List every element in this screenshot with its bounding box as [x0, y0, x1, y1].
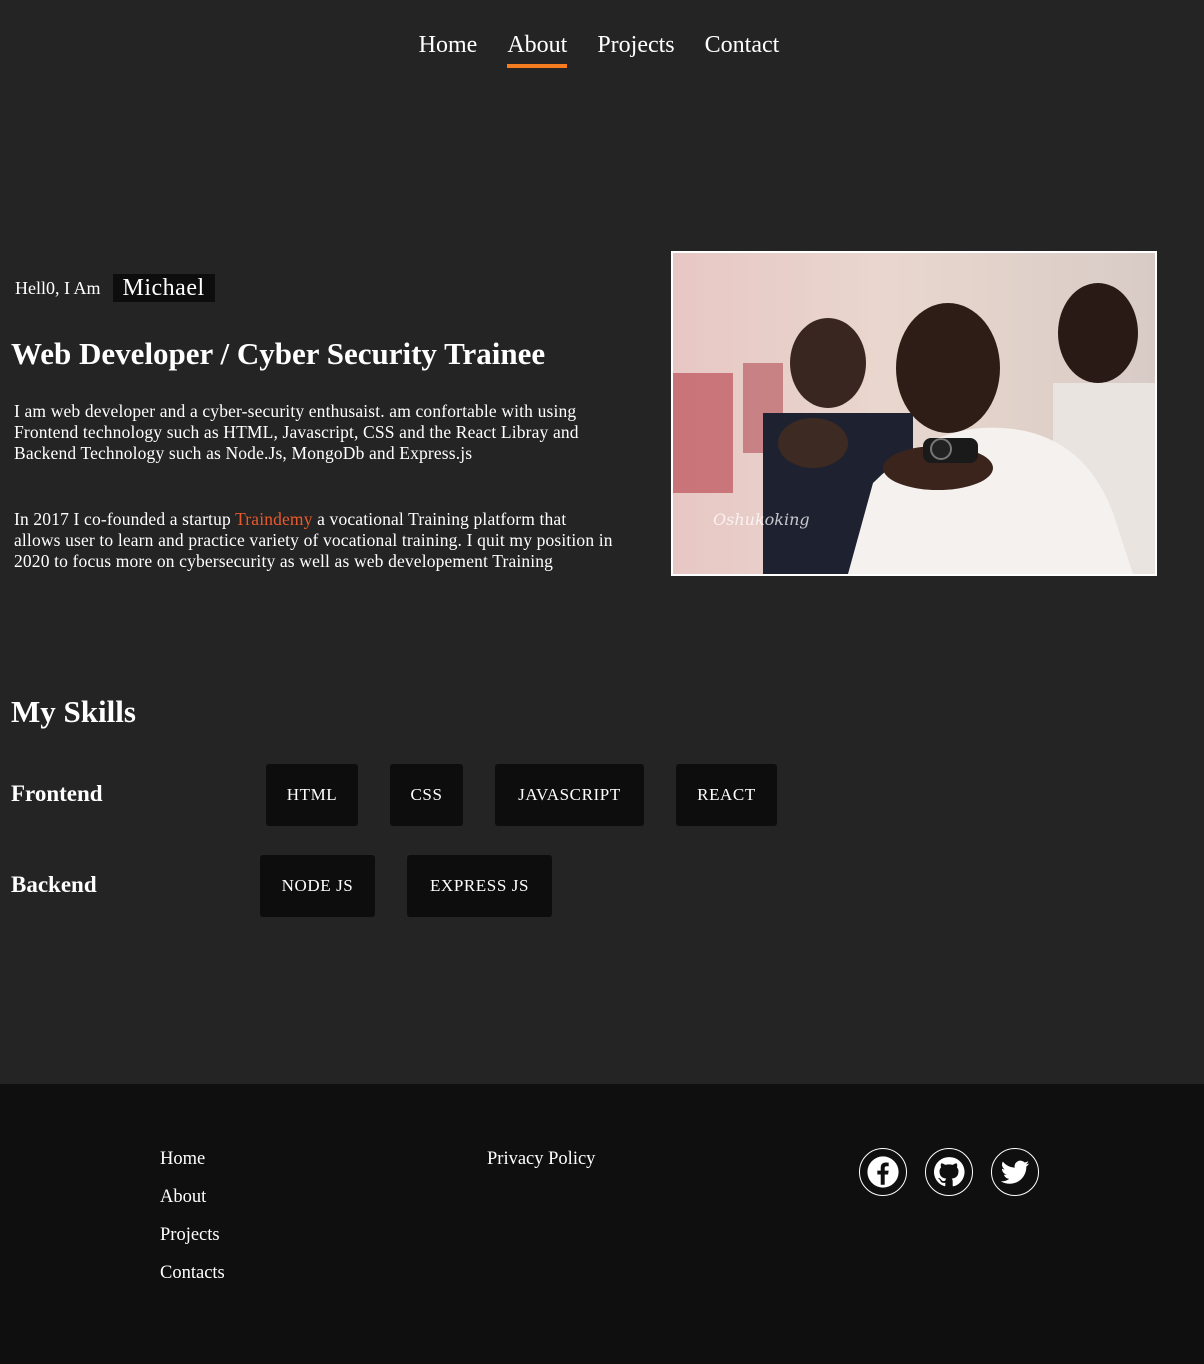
facebook-icon[interactable] [859, 1148, 907, 1196]
nav-home[interactable]: Home [419, 30, 478, 68]
skill-chip-css: CSS [390, 764, 463, 826]
social-links [859, 1148, 1039, 1196]
greeting: Hell0, I Am Michael [15, 274, 215, 302]
privacy-policy-link[interactable]: Privacy Policy [487, 1146, 595, 1172]
github-icon[interactable] [925, 1148, 973, 1196]
frontend-label: Frontend [11, 781, 103, 806]
twitter-icon[interactable] [991, 1148, 1039, 1196]
nav-contact[interactable]: Contact [705, 30, 780, 68]
footer: Home About Projects Contacts Privacy Pol… [0, 1084, 1204, 1364]
main-nav: Home About Projects Contact [0, 30, 1204, 68]
skill-chip-nodejs: NODE JS [260, 855, 375, 917]
greeting-text: Hell0, I Am [15, 277, 101, 298]
footer-links: Home About Projects Contacts [160, 1146, 225, 1298]
skills-title: My Skills [11, 694, 136, 729]
footer-link-projects[interactable]: Projects [160, 1222, 225, 1260]
startup-text-before: In 2017 I co-founded a startup [14, 509, 236, 529]
footer-link-home[interactable]: Home [160, 1146, 225, 1184]
profile-photo: Oshukoking [671, 251, 1157, 576]
skill-chip-html: HTML [266, 764, 358, 826]
intro-paragraph: I am web developer and a cyber-security … [14, 401, 579, 463]
skill-chip-expressjs: EXPRESS JS [407, 855, 552, 917]
backend-label: Backend [11, 872, 97, 897]
traindemy-link[interactable]: Traindemy [235, 509, 313, 529]
page-title: Web Developer / Cyber Security Trainee [11, 336, 546, 371]
nav-projects[interactable]: Projects [597, 30, 674, 68]
startup-paragraph: In 2017 I co-founded a startup Traindemy… [14, 509, 614, 572]
nav-about[interactable]: About [507, 30, 568, 68]
name-badge: Michael [112, 274, 215, 302]
skill-chip-react: REACT [676, 764, 777, 826]
footer-link-about[interactable]: About [160, 1184, 225, 1222]
footer-link-contacts[interactable]: Contacts [160, 1260, 225, 1298]
photo-watermark: Oshukoking [713, 510, 810, 529]
skill-chip-javascript: JAVASCRIPT [495, 764, 644, 826]
